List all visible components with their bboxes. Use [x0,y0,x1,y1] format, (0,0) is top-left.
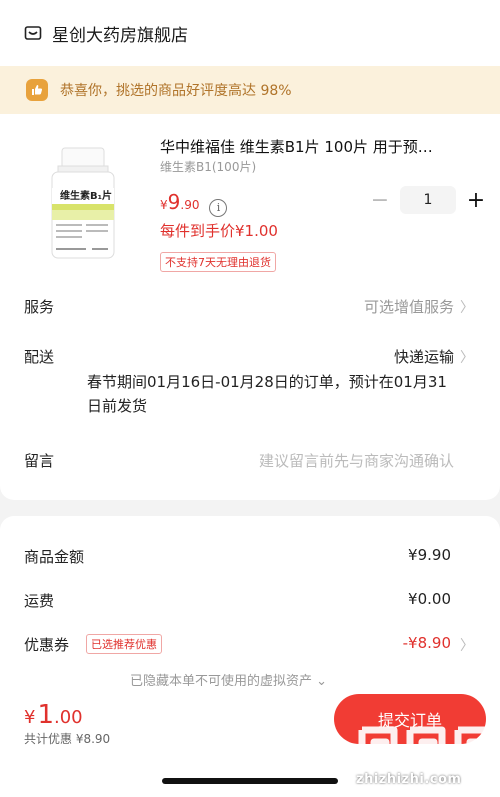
total-discount: 共计优惠 ¥8.90 [24,732,111,746]
unit-price: 每件到手价¥1.00 [160,222,278,240]
coupon-tag: 已选推荐优惠 [86,634,162,654]
product-price: ¥ 9 .90 i [160,190,228,217]
product-title[interactable]: 华中维福佳 维生素B1片 100片 用于预… [160,136,480,157]
order-item-card: 维生素B₁片 华中维福佳 维生素B1片 100片 用于预… 维生素B1(100片… [0,114,500,500]
shop-header[interactable]: 星创大药房旗舰店 [0,0,500,66]
chevron-right-icon[interactable]: 〉 [460,297,474,317]
home-indicator [162,778,338,784]
total-decimal: .00 [54,707,83,728]
price-integer: 9 [167,190,181,214]
product-image-label: 维生素B₁片 [60,189,112,202]
goods-amount-value: ¥9.90 [408,546,451,564]
goods-amount-label: 商品金额 [24,548,85,566]
watermark-text: zhizhizhi.com [356,772,462,787]
coupon-value[interactable]: -¥8.90 [403,634,451,652]
chevron-right-icon[interactable]: 〉 [460,347,474,367]
shipping-value: ¥0.00 [408,590,451,608]
price-currency: ¥ [160,198,168,212]
message-input[interactable]: 建议留言前先与商家沟通确认 [259,450,454,471]
delivery-value[interactable]: 快递运输 [394,346,454,367]
coupon-label: 优惠券 [24,636,70,654]
message-label: 留言 [24,452,55,470]
info-icon[interactable]: i [209,198,228,217]
quantity-stepper: − 1 + [368,186,488,214]
price-decimal: .90 [180,198,200,212]
rating-banner: 恭喜你，挑选的商品好评度高达 98% [0,66,500,114]
chevron-right-icon[interactable]: 〉 [460,635,474,655]
product-spec[interactable]: 维生素B1(100片) [160,158,256,175]
increase-button[interactable]: + [464,188,488,213]
banner-text: 恭喜你，挑选的商品好评度高达 98% [60,83,292,99]
total-price: ¥ 1 .00 [24,700,83,730]
thumbs-up-icon [26,79,48,101]
shop-name[interactable]: 星创大药房旗舰店 [52,21,188,46]
service-label: 服务 [24,298,55,316]
delivery-note: 春节期间01月16日-01月28日的订单，预计在01月31日前发货 [87,373,447,415]
shipping-label: 运费 [24,592,55,610]
service-value[interactable]: 可选增值服务 [364,296,454,317]
decrease-button[interactable]: − [368,188,392,213]
total-integer: 1 [37,700,54,730]
quantity-input[interactable]: 1 [400,186,456,214]
delivery-label: 配送 [24,348,55,366]
total-currency: ¥ [24,707,36,728]
price-summary-card: 商品金额 ¥9.90 运费 ¥0.00 优惠券 已选推荐优惠 -¥8.90 〉 … [0,516,500,689]
product-image[interactable]: 维生素B₁片 [40,144,126,264]
shop-icon [24,24,42,42]
no-return-tag: 不支持7天无理由退货 [160,252,276,272]
